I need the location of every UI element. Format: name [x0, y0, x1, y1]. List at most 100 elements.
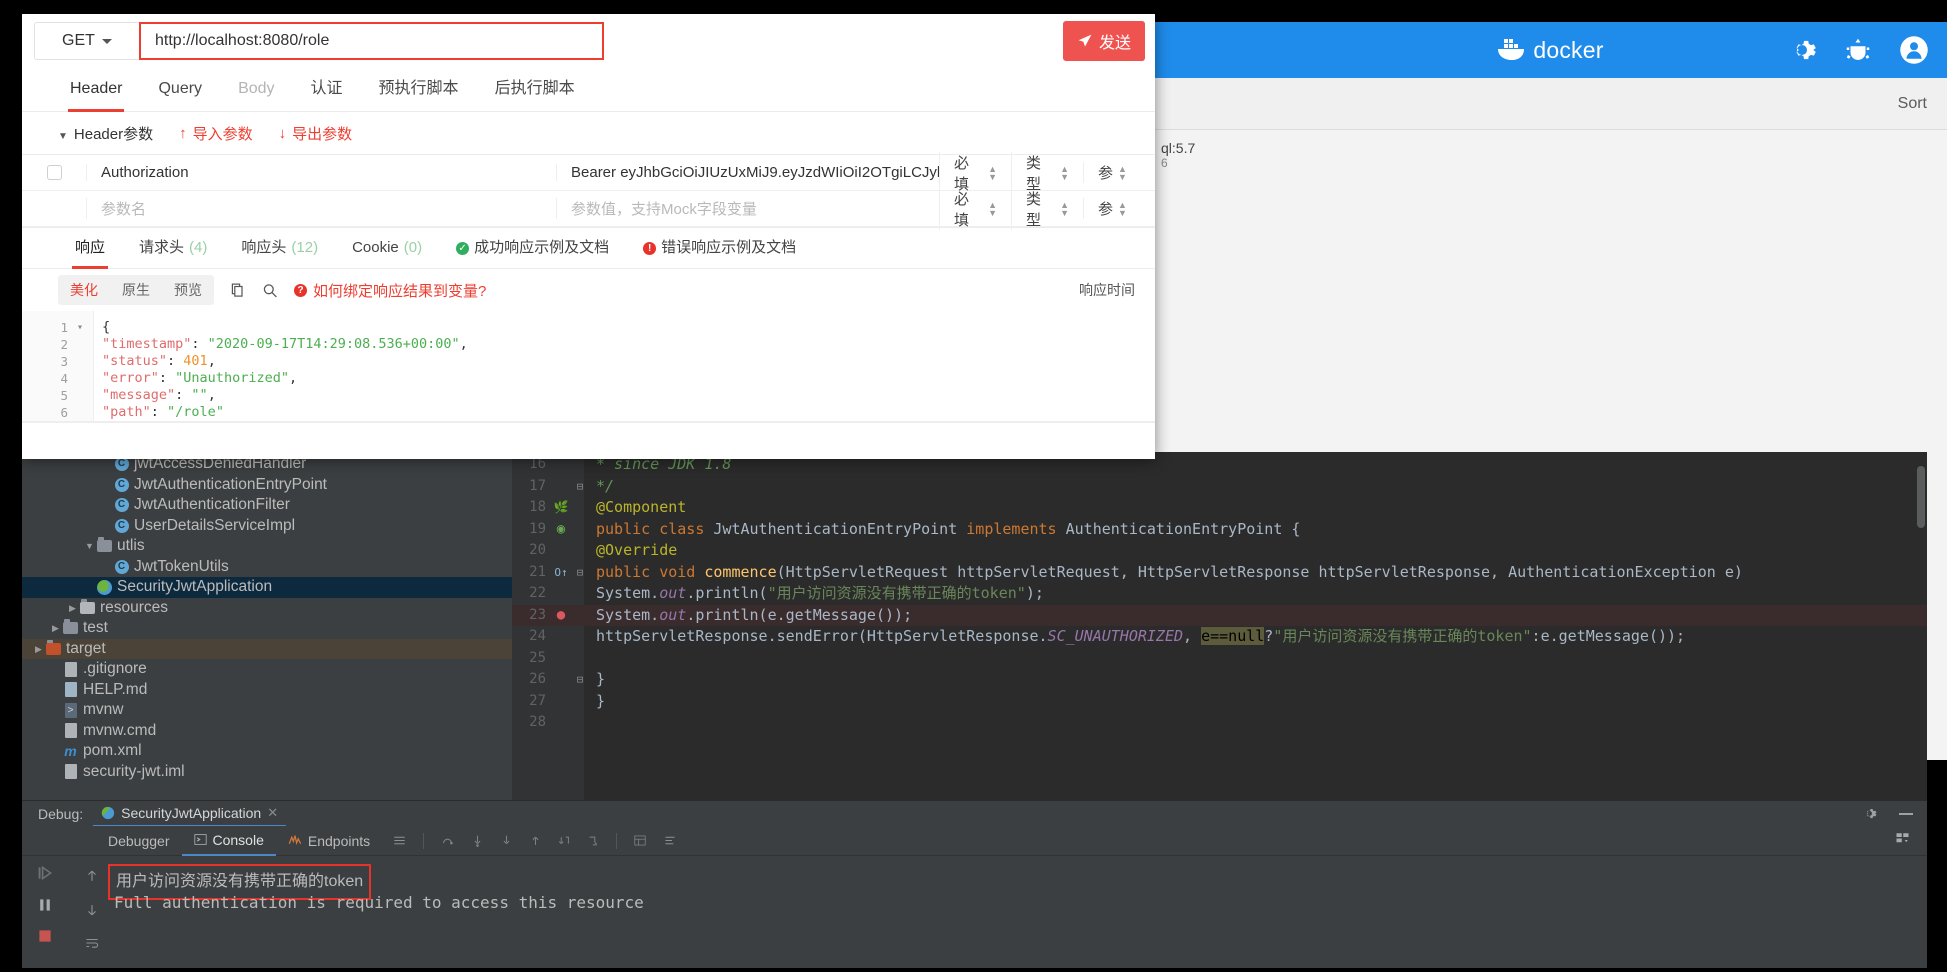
chevron-down-icon[interactable]: ▼	[83, 536, 96, 557]
response-tab-bar[interactable]: 响应 请求头 (4) 响应头 (12) Cookie (0) ✓ 成功响应示例及文档! 错误响应示…	[22, 227, 1155, 269]
param-name-input[interactable]: 参数名	[86, 198, 556, 219]
send-button[interactable]: 发送	[1063, 21, 1145, 61]
bug-icon[interactable]	[1843, 35, 1873, 65]
param-type-select[interactable]: 类型 ▲ ▼	[1011, 187, 1083, 230]
debug-tab-console[interactable]: Console	[181, 826, 276, 856]
chevron-right-icon[interactable]: ▶	[49, 618, 62, 639]
response-tab-3[interactable]: Cookie (0)	[335, 227, 439, 269]
http-method-select[interactable]: GET	[34, 22, 139, 60]
request-tab-4[interactable]: 预执行脚本	[361, 68, 477, 112]
tree-node[interactable]: security-jwt.iml	[22, 762, 512, 783]
drop-frame-icon[interactable]	[558, 834, 571, 848]
fold-toggle-icon[interactable]: ▾	[74, 319, 86, 336]
list-icon[interactable]	[392, 834, 407, 847]
gutter-icon-slot[interactable]: ●	[552, 605, 570, 627]
minimize-icon[interactable]	[1899, 812, 1913, 815]
param-extra-select[interactable]: 参 ▲ ▼	[1083, 198, 1155, 219]
format-option-1[interactable]: 原生	[110, 275, 162, 305]
arrow-up-icon[interactable]	[85, 868, 99, 884]
fold-toggle-icon[interactable]: ⊟	[574, 476, 586, 498]
project-tree[interactable]: CjwtAccessDeniedHandler C JwtAuthenticatio…	[22, 452, 512, 800]
breakpoint-icon[interactable]: ●	[557, 607, 565, 623]
gutter-icon-slot[interactable]: O↑	[552, 562, 570, 584]
export-params-button[interactable]: ↓ 导出参数	[279, 123, 353, 144]
tree-node[interactable]: mvnw.cmd	[22, 721, 512, 742]
tree-node[interactable]: C JwtAuthenticationEntryPoint	[22, 475, 512, 496]
chevron-right-icon[interactable]: ▶	[66, 598, 79, 619]
evaluate-icon[interactable]	[633, 834, 647, 847]
response-tab-2[interactable]: 响应头 (12)	[224, 227, 335, 269]
fold-toggle-icon[interactable]: ⊟	[574, 562, 586, 584]
layout-icon[interactable]	[1894, 831, 1911, 846]
request-tab-1[interactable]: Query	[140, 68, 220, 112]
tree-node[interactable]: > mvnw	[22, 700, 512, 721]
request-tab-0[interactable]: Header	[52, 68, 140, 112]
param-required-select[interactable]: 必填 ▲ ▼	[939, 187, 1011, 230]
leaf-green-icon[interactable]: 🌿	[554, 500, 569, 514]
debug-config-tab[interactable]: SecurityJwtApplication ✕	[93, 801, 287, 827]
soft-wrap-icon[interactable]	[84, 936, 100, 950]
search-icon[interactable]	[262, 282, 278, 299]
param-value-input[interactable]: Bearer eyJhbGciOiJIUzUxMiJ9.eyJzdWIiOiI2…	[556, 164, 939, 181]
arrow-down-icon[interactable]	[85, 902, 99, 918]
url-input[interactable]: http://localhost:8080/role	[139, 22, 604, 60]
response-tab-5[interactable]: ! 错误响应示例及文档	[626, 227, 813, 269]
chevron-right-icon[interactable]: ▶	[32, 639, 45, 660]
debug-tab-endpoints[interactable]: Endpoints	[276, 826, 382, 856]
param-value-input[interactable]: 参数值，支持Mock字段变量	[556, 198, 939, 219]
step-over-icon[interactable]	[440, 834, 455, 847]
bind-variable-help-link[interactable]: ? 如何绑定响应结果到变量?	[294, 280, 486, 301]
account-icon[interactable]	[1899, 35, 1929, 65]
param-row[interactable]: Authorization Bearer eyJhbGciOiJIUzUxMiJ9…	[22, 151, 1155, 194]
debug-tab-debugger[interactable]: Debugger	[96, 826, 182, 856]
import-params-button[interactable]: ↑ 导入参数	[179, 123, 253, 144]
response-tab-4[interactable]: ✓ 成功响应示例及文档	[439, 227, 626, 269]
force-step-into-icon[interactable]	[500, 834, 513, 848]
docker-sort-label[interactable]: Sort	[1898, 95, 1927, 113]
step-out-icon[interactable]	[529, 834, 542, 848]
format-option-2[interactable]: 预览	[162, 275, 214, 305]
pause-icon[interactable]	[37, 897, 53, 913]
editor-scrollbar[interactable]	[1917, 466, 1925, 528]
step-into-icon[interactable]	[471, 834, 484, 848]
tree-node[interactable]: ▶ test	[22, 618, 512, 639]
tree-node[interactable]: ▶ resources	[22, 598, 512, 619]
debug-console-output[interactable]: 用户访问资源没有携带正确的token Full authentication is…	[108, 858, 1927, 968]
param-name-input[interactable]: Authorization	[86, 164, 556, 181]
gutter-icon-slot[interactable]: 🌿	[552, 497, 570, 519]
tree-node[interactable]: C JwtTokenUtils	[22, 557, 512, 578]
tree-node[interactable]: m pom.xml	[22, 741, 512, 762]
stop-icon[interactable]	[38, 929, 52, 943]
gear-icon[interactable]	[1787, 35, 1817, 65]
run-to-cursor-icon[interactable]	[587, 834, 600, 848]
request-tab-2[interactable]: Body	[220, 68, 292, 112]
code-editor[interactable]: 16 * since JDK 1.8 17 ⊟ */18 🌿 @Component 19 ◉…	[512, 452, 1927, 800]
override-icon[interactable]: O↑	[554, 566, 567, 579]
header-params-group[interactable]: ▼ Header参数	[58, 123, 153, 144]
response-tab-1[interactable]: 请求头 (4)	[122, 227, 224, 269]
param-enable-checkbox[interactable]	[46, 165, 62, 180]
settings-list-icon[interactable]	[663, 834, 677, 847]
response-tab-0[interactable]: 响应	[58, 227, 122, 269]
request-tab-3[interactable]: 认证	[293, 68, 361, 112]
param-row[interactable]: 参数名 参数值，支持Mock字段变量 必填 ▲ ▼ 类型 ▲ ▼ 参 ▲ ▼	[22, 187, 1155, 230]
tree-node[interactable]: HELP.md	[22, 680, 512, 701]
gear-icon[interactable]	[1862, 806, 1877, 821]
format-option-0[interactable]: 美化	[58, 275, 110, 305]
fold-toggle-icon[interactable]: ⊟	[574, 669, 586, 691]
copy-icon[interactable]	[230, 282, 246, 299]
tree-node[interactable]: C JwtAuthenticationFilter	[22, 495, 512, 516]
response-body-viewer[interactable]: 1 ▾ {2 "timestamp": "2020-09-17T14:29:08.5…	[22, 311, 1155, 423]
tree-node[interactable]: .gitignore	[22, 659, 512, 680]
param-extra-select[interactable]: 参 ▲ ▼	[1083, 162, 1155, 183]
close-icon[interactable]: ✕	[267, 805, 278, 821]
request-tab-5[interactable]: 后执行脚本	[477, 68, 593, 112]
gutter-icon-slot[interactable]: ◉	[552, 519, 570, 541]
resume-icon[interactable]	[37, 865, 53, 881]
tree-node[interactable]: C UserDetailsServiceImpl	[22, 516, 512, 537]
response-format-toggle[interactable]: 美化 原生 预览	[58, 275, 214, 305]
bean-icon[interactable]: ◉	[557, 521, 565, 537]
request-tab-bar[interactable]: Header Query Body 认证 预执行脚本 后执行脚本	[22, 68, 1155, 112]
tree-node[interactable]: ▼ utlis	[22, 536, 512, 557]
tree-node[interactable]: ▶ target	[22, 638, 512, 660]
